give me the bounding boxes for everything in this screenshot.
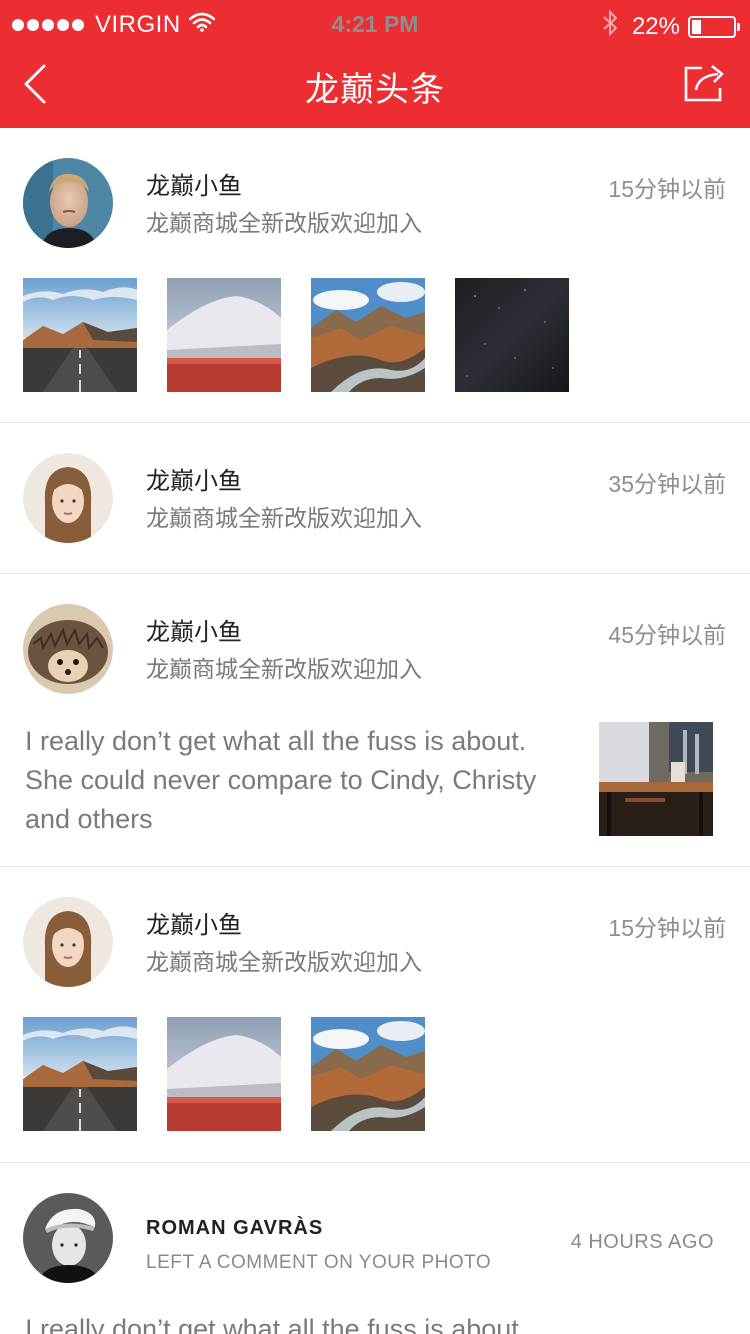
post-body: I really don’t get what all the fuss is … bbox=[25, 726, 537, 834]
photo-desert-road[interactable] bbox=[23, 1017, 137, 1131]
post-subtitle: LEFT A COMMENT ON YOUR PHOTO bbox=[146, 1252, 492, 1273]
photo-snow-mountain[interactable] bbox=[167, 1017, 281, 1131]
photo-mountain-river[interactable] bbox=[311, 1017, 425, 1131]
battery-percent: 22% bbox=[631, 12, 680, 40]
avatar[interactable] bbox=[23, 158, 113, 248]
author-name[interactable]: 龙巅小鱼 bbox=[146, 166, 242, 201]
status-bar: VIRGIN 4:21 PM 22% bbox=[0, 0, 750, 50]
image-gallery bbox=[23, 278, 599, 392]
photo-desert-road[interactable] bbox=[23, 278, 137, 392]
feed-card[interactable]: ROMAN GAVRÀS LEFT A COMMENT ON YOUR PHOT… bbox=[0, 1163, 750, 1334]
author-name[interactable]: 龙巅小鱼 bbox=[146, 461, 242, 496]
feed-card[interactable]: 龙巅小鱼 龙巅商城全新改版欢迎加入 45分钟以前 I really don’t … bbox=[0, 574, 750, 867]
image-gallery bbox=[23, 1017, 455, 1131]
avatar[interactable] bbox=[23, 1193, 113, 1283]
photo-night-sky[interactable] bbox=[455, 278, 569, 392]
avatar[interactable] bbox=[23, 897, 113, 987]
post-time: 15分钟以前 bbox=[608, 176, 726, 202]
photo-snow-mountain[interactable] bbox=[167, 278, 281, 392]
battery-icon bbox=[688, 15, 740, 38]
avatar[interactable] bbox=[23, 604, 113, 694]
post-time: 4 HOURS AGO bbox=[570, 1231, 714, 1253]
author-name[interactable]: 龙巅小鱼 bbox=[146, 905, 242, 940]
author-name[interactable]: ROMAN GAVRÀS bbox=[146, 1217, 323, 1240]
status-right: 22% bbox=[602, 9, 740, 43]
page-title: 龙巅头条 bbox=[305, 71, 445, 109]
share-button[interactable] bbox=[682, 60, 730, 104]
app-header: VIRGIN 4:21 PM 22% 龙巅头条 bbox=[0, 0, 750, 128]
author-name[interactable]: 龙巅小鱼 bbox=[146, 612, 242, 647]
share-icon bbox=[684, 64, 724, 102]
battery-fill bbox=[692, 19, 701, 34]
feed-card[interactable]: 龙巅小鱼 龙巅商城全新改版欢迎加入 15分钟以前 bbox=[0, 128, 750, 423]
avatar[interactable] bbox=[23, 453, 113, 543]
photo-restaurant-table[interactable] bbox=[599, 722, 713, 836]
feed-card[interactable]: 龙巅小鱼 龙巅商城全新改版欢迎加入 35分钟以前 bbox=[0, 423, 750, 574]
post-subtitle: 龙巅商城全新改版欢迎加入 bbox=[146, 656, 422, 682]
post-body: I really don’t get what all the fuss is … bbox=[25, 1314, 527, 1334]
post-time: 45分钟以前 bbox=[608, 622, 726, 648]
bluetooth-icon bbox=[602, 9, 618, 43]
post-time: 35分钟以前 bbox=[608, 471, 726, 497]
news-feed: 龙巅小鱼 龙巅商城全新改版欢迎加入 15分钟以前 龙巅小鱼 龙巅商城全新改版欢迎… bbox=[0, 128, 750, 1334]
feed-card[interactable]: 龙巅小鱼 龙巅商城全新改版欢迎加入 15分钟以前 bbox=[0, 867, 750, 1163]
post-subtitle: 龙巅商城全新改版欢迎加入 bbox=[146, 949, 422, 975]
post-time: 15分钟以前 bbox=[608, 915, 726, 941]
post-subtitle: 龙巅商城全新改版欢迎加入 bbox=[146, 505, 422, 531]
photo-mountain-river[interactable] bbox=[311, 278, 425, 392]
post-subtitle: 龙巅商城全新改版欢迎加入 bbox=[146, 210, 422, 236]
